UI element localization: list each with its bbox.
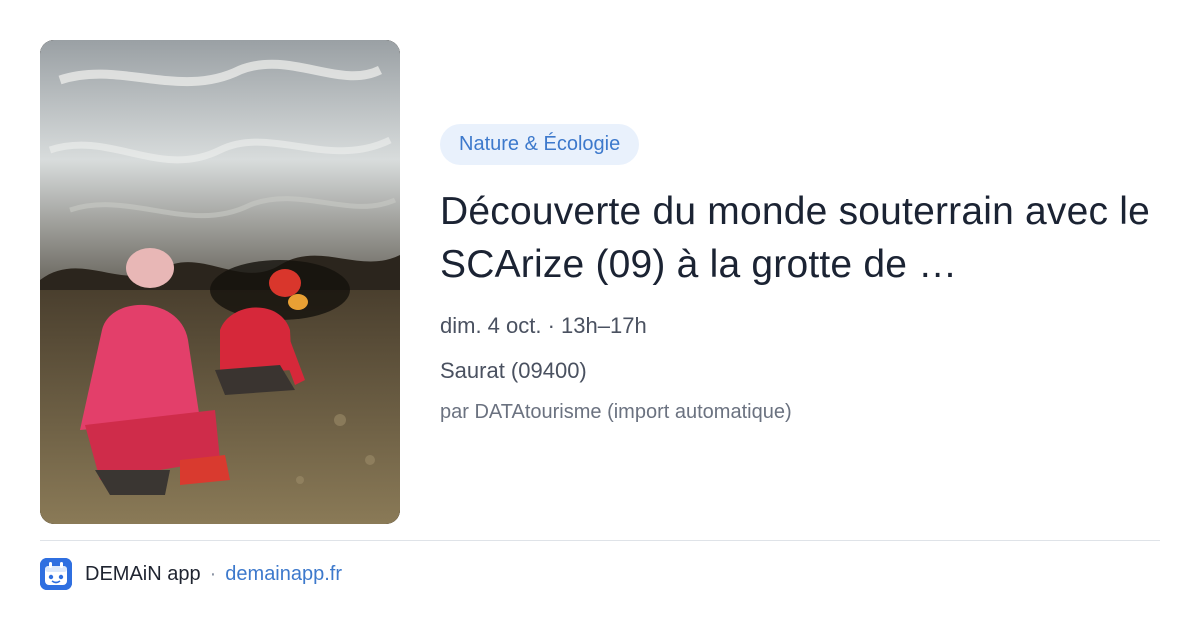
category-tag[interactable]: Nature & Écologie xyxy=(440,124,640,165)
app-name: DEMAiN app xyxy=(85,562,201,585)
event-title[interactable]: Découverte du monde souterrain avec le S… xyxy=(440,185,1170,291)
app-website-link[interactable]: demainapp.fr xyxy=(225,563,342,586)
app-logo-icon xyxy=(40,558,72,590)
app-footer: DEMAiN app · demainapp.fr xyxy=(40,558,342,590)
event-location: Saurat (09400) xyxy=(440,358,587,383)
demain-app-icon[interactable] xyxy=(40,558,72,590)
cave-photo-illustration xyxy=(40,40,400,524)
footer-separator: · xyxy=(209,562,217,585)
event-source: par DATAtourisme (import automatique) xyxy=(440,401,792,423)
event-photo[interactable] xyxy=(40,40,400,524)
event-info: Nature & Écologie Découverte du monde so… xyxy=(440,124,1170,425)
footer-divider xyxy=(40,540,1160,541)
event-datetime: dim. 4 oct. · 13h–17h xyxy=(440,313,647,338)
